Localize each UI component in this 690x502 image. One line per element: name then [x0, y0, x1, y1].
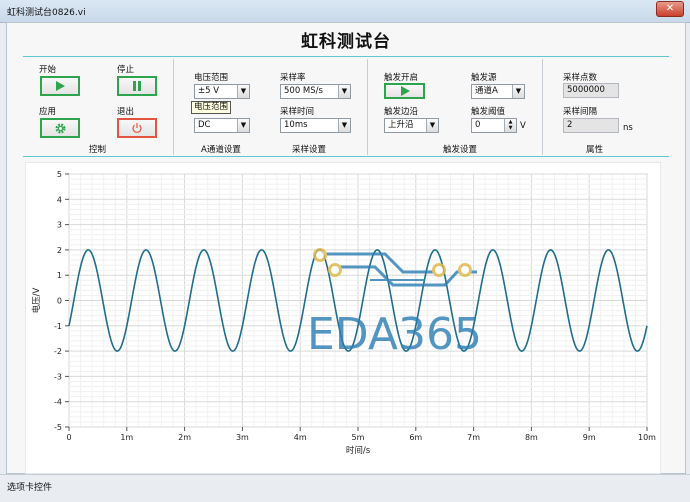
logo-pad: [458, 263, 472, 277]
y-tick-label: 1: [57, 271, 62, 280]
rate-label: 采样率: [280, 73, 306, 83]
trigger-source-value: 通道A: [475, 86, 498, 96]
y-tick-label: 5: [57, 170, 62, 179]
y-axis-label: 电压/V: [31, 287, 42, 313]
coupling-select[interactable]: DC ▼: [194, 118, 250, 133]
window-close-button[interactable]: ✕: [656, 1, 684, 17]
trigger-threshold-label: 触发阈值: [471, 107, 506, 117]
window-title: 虹科测试台0826.vi: [7, 8, 86, 18]
start-button[interactable]: [40, 76, 80, 96]
y-tick-label: 3: [57, 221, 62, 230]
chevron-down-icon: ▼: [512, 85, 524, 98]
x-tick-label: 3m: [236, 433, 249, 442]
chevron-down-icon: ▼: [338, 119, 350, 132]
properties-section-label: 属性: [586, 145, 604, 155]
app-title: 虹科测试台: [301, 32, 391, 52]
control-section-label: 控制: [89, 145, 107, 155]
interval-label: 采样间隔: [563, 107, 598, 117]
divider: [173, 59, 174, 155]
trigger-threshold-input[interactable]: 0 ▲ ▼: [471, 118, 517, 133]
stop-button[interactable]: [117, 76, 157, 96]
y-tick-label: -5: [54, 423, 62, 432]
points-indicator: 5000000: [563, 83, 619, 98]
logo-pad: [313, 248, 327, 262]
y-tick-label: 4: [57, 195, 62, 204]
divider: [367, 59, 368, 155]
channel-section-label: A通道设置: [201, 145, 241, 155]
coupling-value: DC: [198, 120, 211, 130]
range-select[interactable]: ±5 V ▼: [194, 84, 250, 99]
y-tick-label: -4: [54, 398, 62, 407]
watermark-text: EDA365: [307, 309, 482, 360]
exit-button[interactable]: [117, 118, 157, 138]
x-axis-label: 时间/s: [346, 445, 371, 456]
trigger-enable-label: 触发开启: [384, 73, 419, 83]
logo-pad: [432, 263, 446, 277]
title-divider: [23, 56, 669, 57]
x-tick-label: 4m: [294, 433, 307, 442]
play-icon: [56, 81, 65, 91]
trigger-section-label: 触发设置: [443, 145, 478, 155]
trigger-edge-value: 上升沿: [388, 120, 414, 130]
x-tick-label: 6m: [409, 433, 422, 442]
rate-value: 500 MS/s: [284, 86, 323, 96]
controls-divider: [23, 156, 669, 157]
main-panel: 虹科测试台 开始 停止 应用 退出 控制 电压范围 ±5 V ▼ 电压范围 DC ▼…: [6, 22, 686, 474]
window-titlebar: 虹科测试台0826.vi ✕: [0, 0, 690, 23]
pause-icon: [133, 81, 141, 91]
chevron-down-icon: ▼: [338, 85, 350, 98]
trigger-edge-select[interactable]: 上升沿 ▼: [384, 118, 439, 133]
stop-label: 停止: [117, 65, 135, 75]
points-label: 采样点数: [563, 73, 598, 83]
status-text: 选项卡控件: [7, 483, 53, 493]
trigger-enable-button[interactable]: [384, 83, 425, 99]
y-tick-label: -3: [54, 372, 62, 381]
y-tick-label: 2: [57, 246, 62, 255]
y-tick-label: 0: [57, 297, 62, 306]
sampling-section-label: 采样设置: [292, 145, 327, 155]
divider: [542, 59, 543, 155]
range-label: 电压范围: [194, 73, 229, 83]
x-tick-label: 1m: [120, 433, 133, 442]
rate-select[interactable]: 500 MS/s ▼: [280, 84, 351, 99]
interval-indicator: 2: [563, 118, 619, 133]
time-label: 采样时间: [280, 107, 315, 117]
trigger-source-label: 触发源: [471, 73, 497, 83]
time-value: 10ms: [284, 120, 308, 130]
x-tick-label: 0: [66, 433, 71, 442]
x-tick-label: 5m: [352, 433, 365, 442]
waveform-graph[interactable]: 0 1m 2m 3m 4m 5m 6m 7m 8m 9m 10m -5 -4 -3 -2 -1 0 1 2 3 4 5 时间…: [25, 162, 661, 474]
trigger-source-select[interactable]: 通道A ▼: [471, 84, 525, 99]
exit-label: 退出: [117, 107, 135, 117]
trigger-threshold-unit: V: [520, 121, 526, 131]
x-tick-label: 2m: [178, 433, 191, 442]
chevron-down-icon: ▼: [426, 119, 438, 132]
logo-pad: [328, 263, 342, 277]
x-tick-label: 9m: [583, 433, 596, 442]
status-bar: 选项卡控件: [0, 474, 690, 502]
y-tick-label: -1: [54, 322, 62, 331]
spinner-arrows-icon[interactable]: ▲ ▼: [504, 119, 516, 132]
x-tick-label: 10m: [638, 433, 656, 442]
gear-icon: [54, 122, 66, 134]
trigger-threshold-value: 0: [475, 120, 481, 130]
range-value: ±5 V: [198, 86, 220, 96]
close-icon: ✕: [665, 3, 675, 14]
trigger-edge-label: 触发边沿: [384, 107, 419, 117]
apply-button[interactable]: [40, 118, 80, 138]
y-tick-label: -2: [54, 347, 62, 356]
power-icon: [132, 123, 142, 133]
time-select[interactable]: 10ms ▼: [280, 118, 351, 133]
x-tick-label: 7m: [467, 433, 480, 442]
start-label: 开始: [39, 65, 57, 75]
range-tooltip: 电压范围: [191, 101, 232, 114]
chevron-down-icon: ▼: [237, 85, 249, 98]
chevron-down-icon: ▼: [237, 119, 249, 132]
interval-unit: ns: [623, 123, 633, 133]
x-tick-label: 8m: [525, 433, 538, 442]
apply-label: 应用: [39, 107, 57, 117]
play-icon: [400, 86, 410, 96]
